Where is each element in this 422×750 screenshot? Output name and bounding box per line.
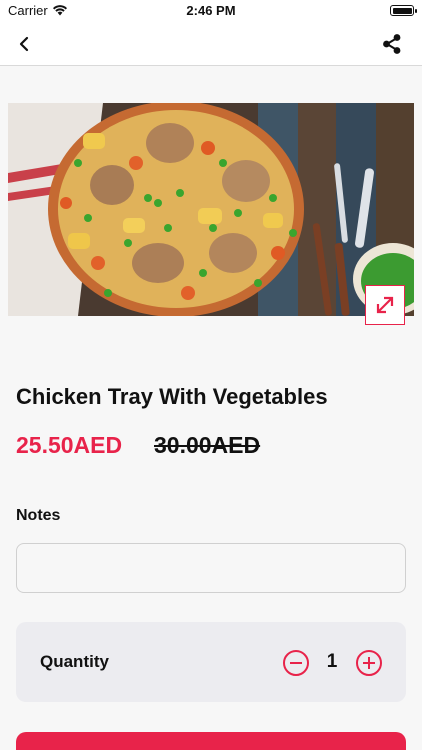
price-old: 30.00AED [154, 432, 261, 458]
battery-icon [390, 5, 417, 16]
back-button[interactable] [10, 30, 38, 58]
expand-icon [376, 296, 394, 314]
chevron-left-icon [19, 36, 29, 52]
product-title: Chicken Tray With Vegetables [16, 384, 328, 409]
share-button[interactable] [378, 30, 406, 58]
product-image [8, 103, 414, 316]
decrease-quantity-button[interactable] [283, 650, 309, 676]
quantity-card: Quantity 1 [16, 622, 406, 702]
quantity-label: Quantity [40, 652, 109, 671]
increase-quantity-button[interactable] [356, 650, 382, 676]
notes-input[interactable] [16, 543, 406, 593]
nav-bar [0, 22, 422, 66]
price-current: 25.50AED [16, 432, 123, 458]
notes-label: Notes [16, 507, 61, 524]
add-to-cart-button[interactable] [16, 732, 406, 750]
status-bar: Carrier 2:46 PM [0, 0, 422, 22]
expand-image-button[interactable] [365, 285, 405, 325]
share-icon [383, 34, 401, 54]
clock: 2:46 PM [186, 3, 236, 18]
quantity-value: 1 [326, 651, 338, 672]
